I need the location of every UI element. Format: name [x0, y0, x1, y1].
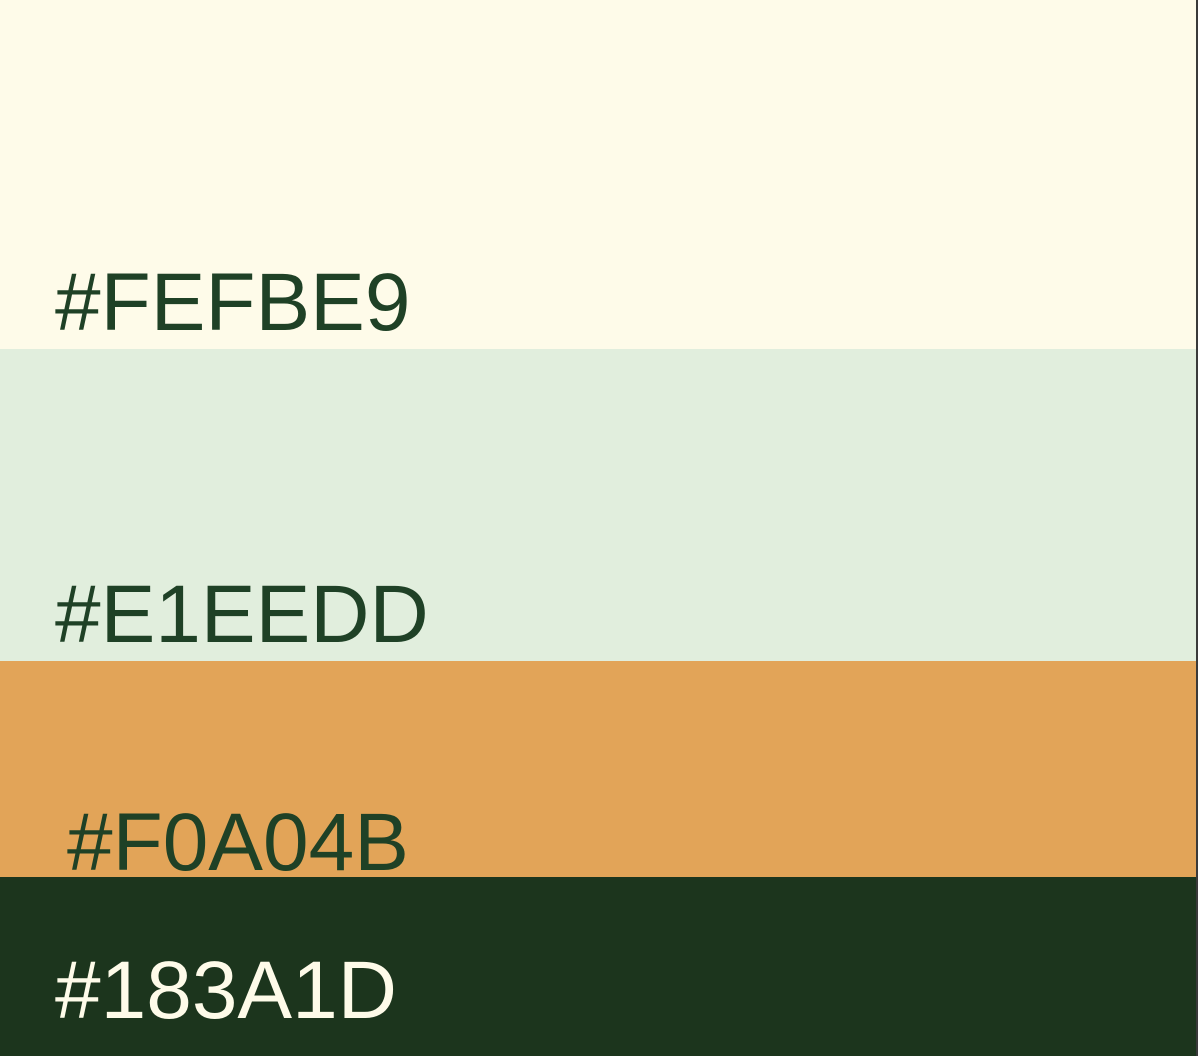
color-swatch-mint: #E1EEDD: [0, 349, 1196, 661]
color-swatch-cream: #FEFBE9: [0, 0, 1196, 349]
swatch-hex-label: #FEFBE9: [55, 257, 411, 348]
color-swatch-dark-green: #183A1D: [0, 877, 1196, 1056]
swatch-hex-label: #F0A04B: [67, 797, 409, 888]
swatch-hex-label: #183A1D: [55, 945, 397, 1036]
swatch-hex-label: #E1EEDD: [55, 569, 429, 660]
color-palette: #FEFBE9 #E1EEDD #F0A04B #183A1D: [0, 0, 1196, 1056]
color-swatch-orange: #F0A04B: [0, 661, 1196, 884]
